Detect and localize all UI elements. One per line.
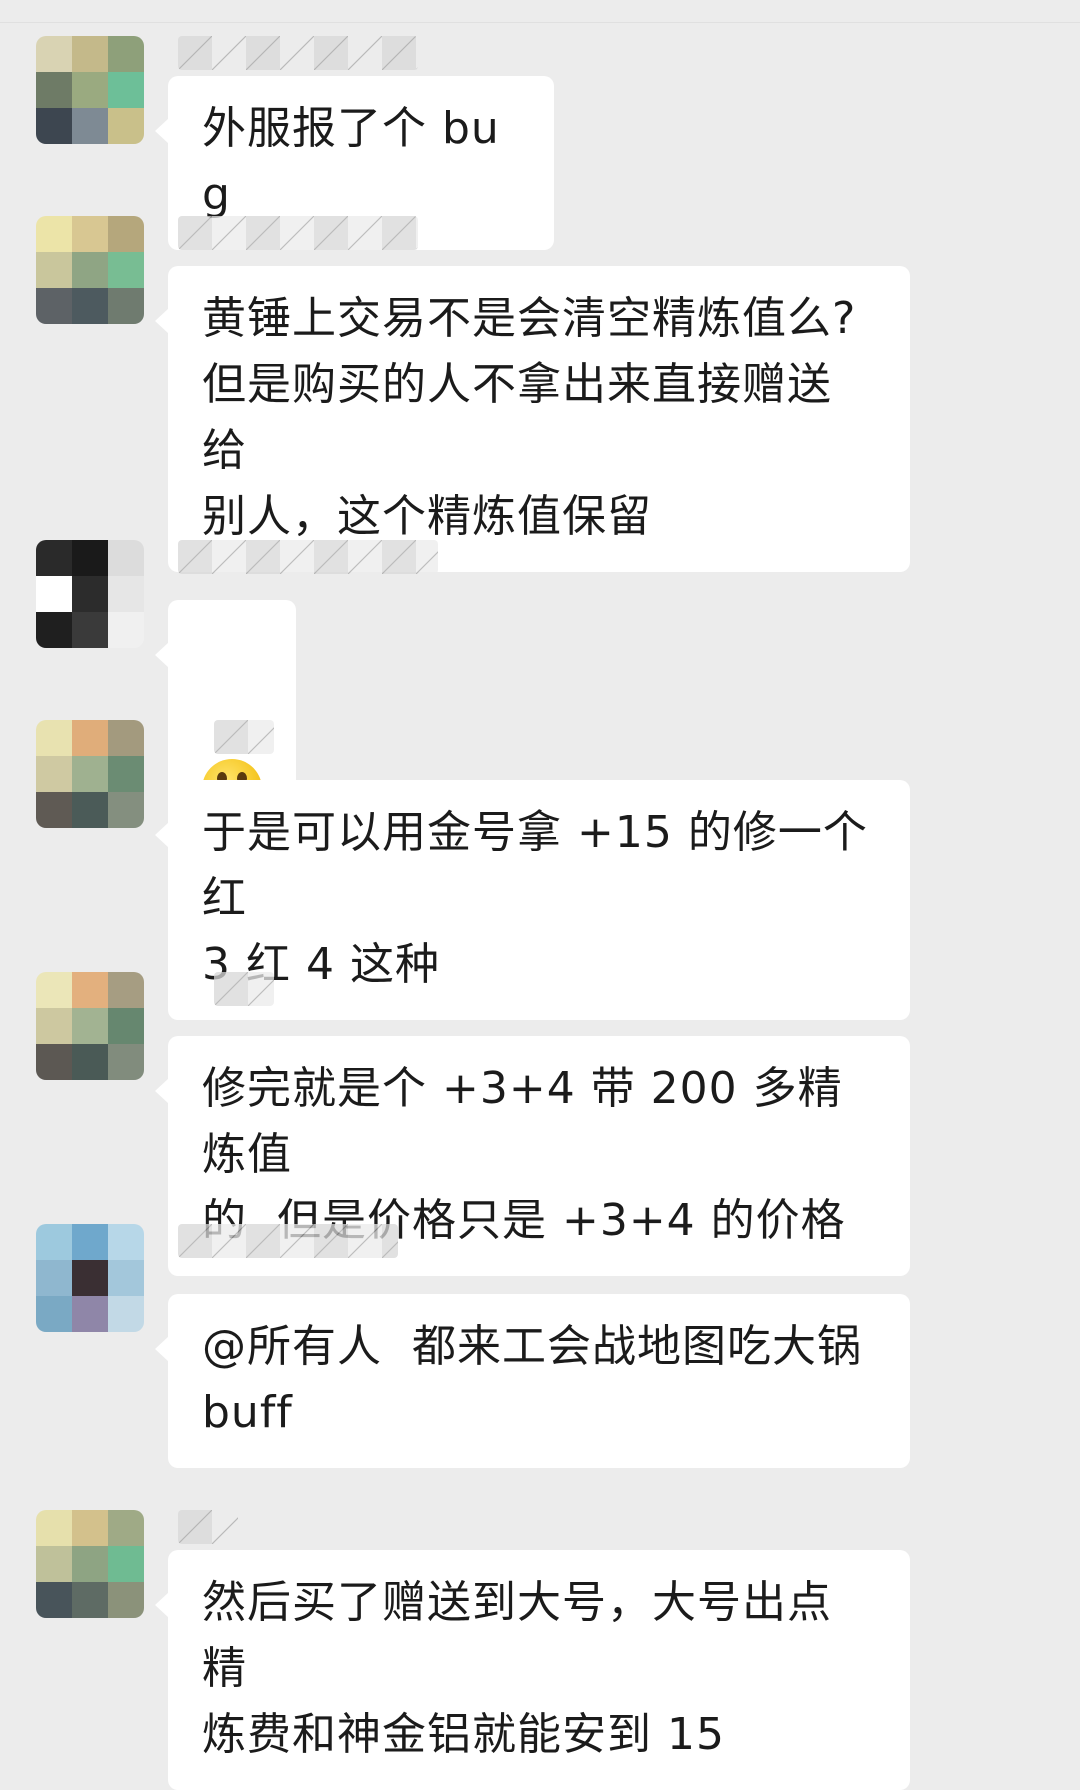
- avatar-mosaic-tile: [36, 108, 72, 144]
- avatar-mosaic-tile: [72, 1008, 108, 1044]
- avatar-mosaic-tile: [36, 1008, 72, 1044]
- avatar-mosaic-tile: [108, 1296, 144, 1332]
- avatar-mosaic-tile: [108, 288, 144, 324]
- sender-name-redacted: [178, 1224, 398, 1258]
- avatar[interactable]: [36, 1224, 144, 1332]
- avatar-mosaic-tile: [36, 1260, 72, 1296]
- sender-name-redacted: [178, 36, 418, 70]
- top-divider: [0, 22, 1080, 23]
- avatar-mosaic-tile: [36, 540, 72, 576]
- avatar-mosaic-tile: [108, 540, 144, 576]
- avatar-mosaic-tile: [72, 216, 108, 252]
- avatar-mosaic-tile: [72, 540, 108, 576]
- avatar-mosaic-tile: [72, 1044, 108, 1080]
- avatar-mosaic-tile: [72, 756, 108, 792]
- avatar-mosaic-tile: [36, 756, 72, 792]
- avatar-mosaic-tile: [72, 1296, 108, 1332]
- avatar-mosaic-tile: [36, 1044, 72, 1080]
- avatar-mosaic-tile: [108, 108, 144, 144]
- avatar-mosaic-tile: [72, 72, 108, 108]
- avatar-mosaic-tile: [36, 720, 72, 756]
- avatar[interactable]: [36, 216, 144, 324]
- avatar-mosaic-tile: [36, 612, 72, 648]
- avatar-mosaic-tile: [108, 1044, 144, 1080]
- avatar-mosaic-tile: [36, 36, 72, 72]
- avatar-mosaic-tile: [108, 576, 144, 612]
- sender-name-redacted: [178, 216, 418, 250]
- avatar-mosaic-tile: [36, 72, 72, 108]
- sender-name-redacted: [214, 972, 274, 1006]
- avatar-mosaic-tile: [72, 1224, 108, 1260]
- avatar-mosaic-tile: [108, 252, 144, 288]
- avatar-mosaic-tile: [108, 1546, 144, 1582]
- avatar-mosaic-tile: [36, 288, 72, 324]
- avatar-mosaic-tile: [108, 1582, 144, 1618]
- avatar-mosaic-tile: [108, 1260, 144, 1296]
- avatar-mosaic-tile: [108, 612, 144, 648]
- avatar-mosaic-tile: [72, 1510, 108, 1546]
- avatar[interactable]: [36, 540, 144, 648]
- avatar-mosaic-tile: [72, 1546, 108, 1582]
- avatar-mosaic-tile: [72, 792, 108, 828]
- avatar[interactable]: [36, 36, 144, 144]
- avatar-mosaic-tile: [108, 36, 144, 72]
- avatar[interactable]: [36, 1510, 144, 1618]
- avatar-mosaic-tile: [36, 216, 72, 252]
- avatar-mosaic-tile: [108, 1008, 144, 1044]
- avatar-mosaic-tile: [72, 576, 108, 612]
- avatar[interactable]: [36, 972, 144, 1080]
- avatar-mosaic-tile: [72, 1260, 108, 1296]
- avatar-mosaic-tile: [36, 576, 72, 612]
- avatar-mosaic-tile: [108, 216, 144, 252]
- avatar-mosaic-tile: [72, 288, 108, 324]
- avatar-mosaic-tile: [108, 792, 144, 828]
- sender-name-redacted: [178, 540, 438, 574]
- sender-name-redacted: [178, 1510, 238, 1544]
- avatar-mosaic-tile: [36, 1296, 72, 1332]
- message-bubble[interactable]: 黄锤上交易不是会清空精炼值么? 但是购买的人不拿出来直接赠送给 别人，这个精炼值…: [155, 266, 910, 572]
- avatar-mosaic-tile: [36, 1224, 72, 1260]
- avatar-mosaic-tile: [36, 252, 72, 288]
- message-bubble[interactable]: 然后买了赠送到大号，大号出点精 炼费和神金铝就能安到 15: [155, 1550, 910, 1790]
- avatar-mosaic-tile: [72, 36, 108, 72]
- avatar-mosaic-tile: [36, 1510, 72, 1546]
- avatar-mosaic-tile: [72, 972, 108, 1008]
- avatar[interactable]: [36, 720, 144, 828]
- avatar-mosaic-tile: [36, 792, 72, 828]
- avatar-mosaic-tile: [72, 108, 108, 144]
- message-bubble[interactable]: 于是可以用金号拿 +15 的修一个红 3 红 4 这种: [155, 780, 910, 1020]
- avatar-mosaic-tile: [72, 1582, 108, 1618]
- avatar-mosaic-tile: [108, 972, 144, 1008]
- avatar-mosaic-tile: [36, 972, 72, 1008]
- avatar-mosaic-tile: [72, 720, 108, 756]
- chat-conversation[interactable]: 外服报了个 bug 黄锤上交易不是会清空精炼值么? 但是购买的人不拿出来直接赠送…: [0, 0, 1080, 1790]
- avatar-mosaic-tile: [108, 72, 144, 108]
- avatar-mosaic-tile: [36, 1582, 72, 1618]
- avatar-mosaic-tile: [108, 756, 144, 792]
- sender-name-redacted: [214, 720, 274, 754]
- avatar-mosaic-tile: [108, 1224, 144, 1260]
- avatar-mosaic-tile: [72, 252, 108, 288]
- avatar-mosaic-tile: [36, 1546, 72, 1582]
- avatar-mosaic-tile: [72, 612, 108, 648]
- avatar-mosaic-tile: [108, 1510, 144, 1546]
- avatar-mosaic-tile: [108, 720, 144, 756]
- message-bubble[interactable]: @所有人 都来工会战地图吃大锅 buff: [155, 1294, 910, 1468]
